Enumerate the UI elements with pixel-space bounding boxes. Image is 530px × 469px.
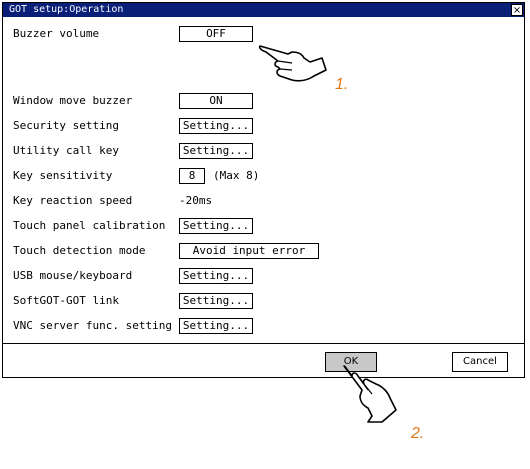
usb-mouse-keyboard-label: USB mouse/keyboard xyxy=(13,269,133,282)
window-move-buzzer-label: Window move buzzer xyxy=(13,94,133,107)
utility-call-key-label: Utility call key xyxy=(13,144,119,157)
close-button[interactable]: × xyxy=(511,4,523,16)
cancel-button[interactable]: Cancel xyxy=(452,352,508,372)
step-2-callout: 2. xyxy=(411,425,425,442)
security-setting-label: Security setting xyxy=(13,119,119,132)
key-reaction-speed-value: -20ms xyxy=(179,194,213,207)
vnc-server-button[interactable]: Setting... xyxy=(179,318,253,334)
dialog-titlebar: GOT setup:Operation × xyxy=(3,3,524,17)
key-sensitivity-field[interactable]: 8 xyxy=(179,168,205,184)
dialog-title: GOT setup:Operation xyxy=(9,4,124,15)
buzzer-volume-field[interactable]: OFF xyxy=(179,26,253,42)
touch-panel-calibration-button[interactable]: Setting... xyxy=(179,218,253,234)
footer-divider xyxy=(3,343,524,344)
touch-detection-mode-label: Touch detection mode xyxy=(13,244,146,257)
security-setting-button[interactable]: Setting... xyxy=(179,118,253,134)
step-1-callout: 1. xyxy=(335,76,349,93)
softgot-got-link-button[interactable]: Setting... xyxy=(179,293,253,309)
key-sensitivity-max-note: (Max 8) xyxy=(213,169,260,182)
vnc-server-label: VNC server func. setting xyxy=(13,319,172,332)
window-move-buzzer-field[interactable]: ON xyxy=(179,93,253,109)
pointing-hand-icon xyxy=(343,365,397,423)
utility-call-key-button[interactable]: Setting... xyxy=(179,143,253,159)
touch-panel-calibration-label: Touch panel calibration xyxy=(13,219,166,232)
pointing-hand-icon xyxy=(258,45,327,82)
key-reaction-speed-label: Key reaction speed xyxy=(13,194,133,207)
softgot-got-link-label: SoftGOT-GOT link xyxy=(13,294,119,307)
buzzer-volume-label: Buzzer volume xyxy=(13,27,100,40)
key-sensitivity-label: Key sensitivity xyxy=(13,169,113,182)
touch-detection-mode-field[interactable]: Avoid input error xyxy=(179,243,319,259)
usb-mouse-keyboard-button[interactable]: Setting... xyxy=(179,268,253,284)
